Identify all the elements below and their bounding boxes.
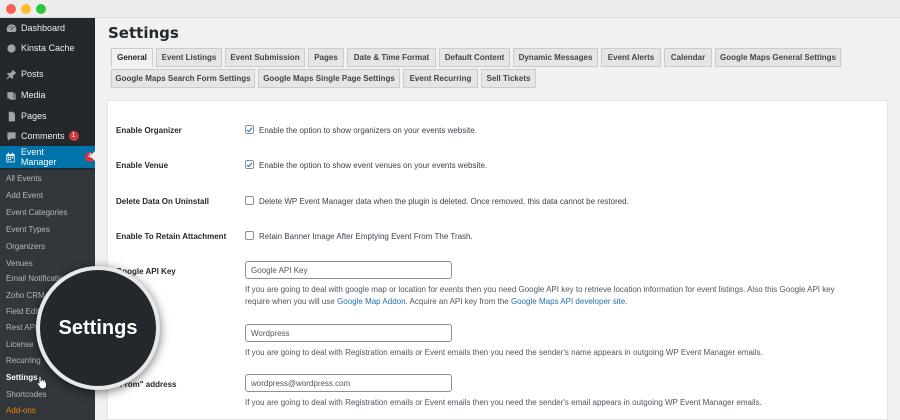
google-api-key-desc-line1: If you are going to deal with google map… — [245, 285, 835, 294]
google-maps-api-developer-link[interactable]: Google Maps API developer site — [511, 297, 625, 306]
page-title: Settings — [108, 24, 179, 42]
delete-data-checkbox[interactable] — [245, 196, 254, 205]
tab-google-maps-single-page-settings[interactable]: Google Maps Single Page Settings — [258, 69, 400, 88]
from-address-description: If you are going to deal with Registrati… — [245, 398, 762, 407]
from-address-value: wordpress@wordpress.com — [251, 378, 351, 388]
pin-icon — [5, 68, 17, 80]
comments-count-badge: 1 — [68, 131, 79, 141]
retain-attachment-label: Enable To Retain Attachment — [116, 232, 227, 241]
window-titlebar — [0, 0, 900, 18]
from-address-input[interactable]: wordpress@wordpress.com — [245, 374, 452, 392]
settings-magnifier-callout: Settings — [36, 266, 160, 390]
calendar-icon — [5, 151, 17, 163]
submenu-organizers[interactable]: Organizers — [0, 238, 95, 255]
enable-organizer-label: Enable Organizer — [116, 126, 182, 135]
tab-event-recurring[interactable]: Event Recurring — [403, 69, 478, 88]
event-manager-count-badge: 4 — [85, 152, 95, 162]
desc-text: . Acquire an API key from the — [405, 297, 511, 306]
tab-calendar[interactable]: Calendar — [664, 48, 712, 67]
tab-google-maps-general-settings[interactable]: Google Maps General Settings — [715, 48, 841, 67]
desc-text: require when you will use — [245, 297, 338, 306]
google-map-addon-link[interactable]: Google Map Addon — [337, 297, 406, 306]
tab-general[interactable]: General — [111, 48, 153, 67]
enable-venue-text: Enable the option to show event venues o… — [259, 161, 488, 170]
sidebar-item-event-manager[interactable]: Event Manager 4 — [0, 146, 95, 168]
sidebar-item-dashboard[interactable]: Dashboard — [0, 18, 95, 38]
tab-sell-tickets[interactable]: Sell Tickets — [481, 69, 536, 88]
magnifier-label: Settings — [58, 316, 138, 339]
google-api-key-input[interactable]: Google API Key — [245, 261, 452, 279]
tab-google-maps-search-form-settings[interactable]: Google Maps Search Form Settings — [111, 69, 255, 88]
sidebar-item-comments[interactable]: Comments 1 — [0, 126, 95, 146]
close-window-button[interactable] — [6, 4, 16, 14]
settings-panel: Enable Organizer Enable the option to sh… — [107, 100, 888, 420]
sidebar-item-label: Posts — [21, 69, 44, 79]
delete-data-label: Delete Data On Uninstall — [116, 197, 209, 206]
submenu-event-types[interactable]: Event Types — [0, 221, 95, 238]
comment-icon — [5, 130, 17, 142]
dashboard-icon — [5, 22, 17, 34]
tab-event-submission[interactable]: Event Submission — [225, 48, 305, 67]
tab-event-alerts[interactable]: Event Alerts — [601, 48, 661, 67]
checkmark-icon — [246, 127, 253, 132]
kinsta-icon — [5, 42, 17, 54]
sidebar-item-label: Event Manager — [20, 147, 57, 167]
sidebar-item-label: Kinsta Cache — [21, 43, 75, 53]
tab-default-content[interactable]: Default Content — [439, 48, 510, 67]
enable-venue-label: Enable Venue — [116, 161, 169, 170]
enable-venue-checkbox[interactable] — [245, 160, 254, 169]
retain-attachment-text: Retain Banner Image After Emptying Event… — [259, 232, 473, 241]
from-name-value: Wordpress — [251, 328, 290, 338]
media-icon — [5, 89, 17, 101]
sidebar-item-media[interactable]: Media — [0, 85, 95, 105]
tab-event-listings[interactable]: Event Listings — [156, 48, 222, 67]
minimize-window-button[interactable] — [21, 4, 31, 14]
tab-dynamic-messages[interactable]: Dynamic Messages — [513, 48, 598, 67]
submenu-event-categories[interactable]: Event Categories — [0, 204, 95, 221]
submenu-all-events[interactable]: All Events — [0, 170, 95, 187]
tab-date-time-format[interactable]: Date & Time Format — [347, 48, 436, 67]
sidebar-item-label: Pages — [21, 111, 47, 121]
submenu-add-ons[interactable]: Add-ons — [0, 402, 95, 419]
pages-icon — [5, 110, 17, 122]
sidebar-item-label: Dashboard — [21, 23, 66, 33]
sidebar-item-pages[interactable]: Pages — [0, 106, 95, 126]
google-api-key-description: If you are going to deal with google map… — [245, 284, 885, 308]
google-api-key-desc-line2: require when you will use Google Map Add… — [245, 296, 885, 308]
checkmark-icon — [246, 162, 253, 167]
sidebar-item-posts[interactable]: Posts — [0, 64, 95, 84]
submenu-add-event[interactable]: Add Event — [0, 187, 95, 204]
maximize-window-button[interactable] — [36, 4, 46, 14]
from-name-input[interactable]: Wordpress — [245, 324, 452, 342]
delete-data-text: Delete WP Event Manager data when the pl… — [259, 197, 629, 206]
sidebar-item-kinsta-cache[interactable]: Kinsta Cache — [0, 38, 95, 58]
google-api-key-placeholder: Google API Key — [251, 265, 308, 275]
enable-organizer-text: Enable the option to show organizers on … — [259, 126, 477, 135]
sidebar-item-label: Media — [21, 90, 46, 100]
hand-cursor-icon — [36, 375, 47, 389]
tab-pages[interactable]: Pages — [308, 48, 344, 67]
main-content: Settings General Event Listings Event Su… — [95, 18, 900, 420]
from-name-description: If you are going to deal with Registrati… — [245, 348, 763, 357]
enable-organizer-checkbox[interactable] — [245, 125, 254, 134]
retain-attachment-checkbox[interactable] — [245, 231, 254, 240]
desc-text: . — [625, 297, 628, 306]
sidebar-item-label: Comments — [21, 131, 65, 141]
